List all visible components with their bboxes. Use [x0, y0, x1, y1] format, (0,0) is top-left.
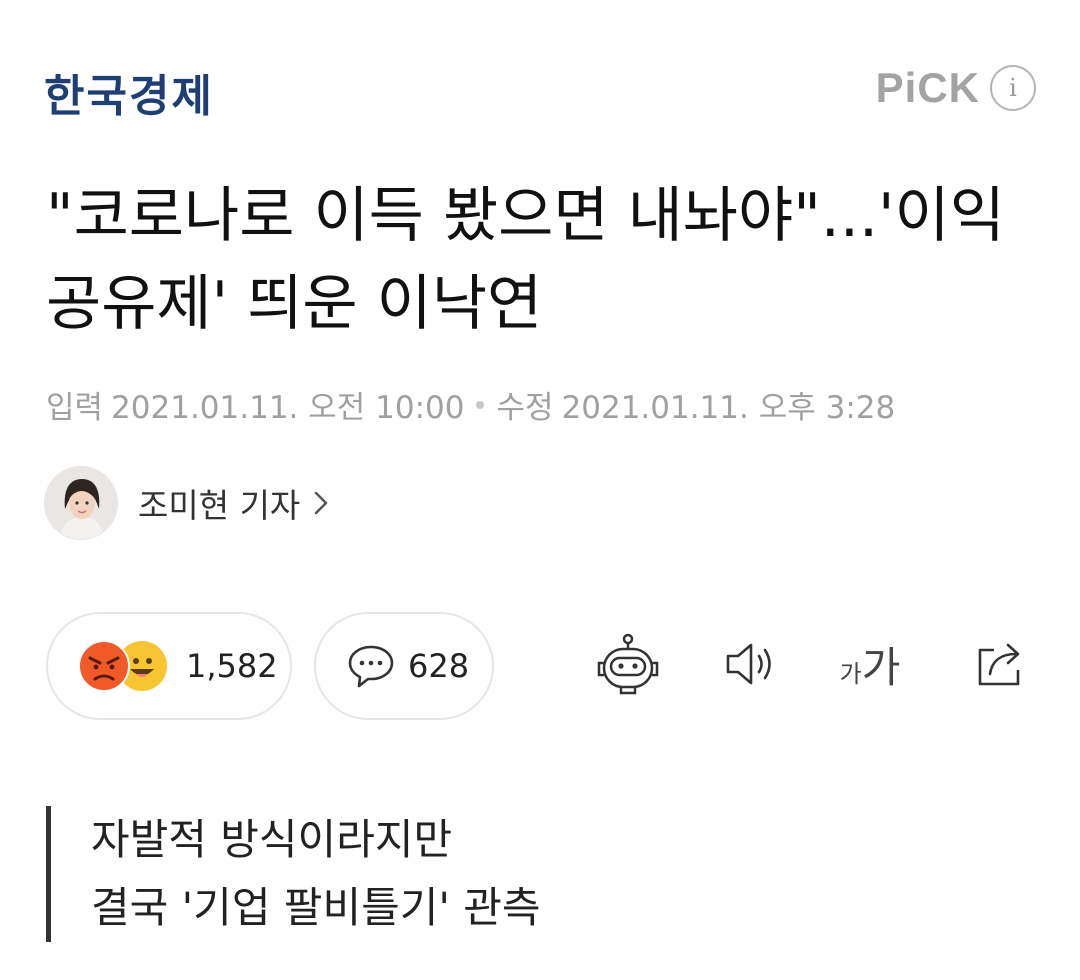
pick-badge[interactable]: PiCK i [876, 64, 1036, 112]
reporter-name[interactable]: 조미현 기자 [138, 479, 300, 527]
share-button[interactable] [962, 626, 1038, 702]
font-size-small-label: 가 [839, 659, 862, 688]
font-size-icon: 가가 [840, 634, 901, 695]
modified-label: 수정 [496, 390, 554, 426]
input-date: 2021.01.11. 오전 10:00 [111, 390, 465, 426]
pick-label: PiCK [875, 64, 980, 111]
angry-emoji-icon [78, 640, 130, 692]
input-label: 입력 [46, 390, 104, 426]
comment-count: 628 [408, 647, 470, 685]
comment-icon [348, 645, 394, 688]
reaction-button[interactable]: 1,582 [46, 612, 292, 720]
reporter-avatar[interactable] [44, 466, 118, 540]
modified-date: 2021.01.11. 오후 3:28 [561, 390, 896, 426]
share-icon [978, 643, 1020, 686]
article-headline: "코로나로 이득 봤으면 내놔야"...'이익공유제' 띄운 이낙연 [46, 181, 1005, 339]
press-logo[interactable]: 한국경제 [44, 60, 214, 124]
reporter-link[interactable]: 조미현 기자 [44, 466, 330, 540]
summary-bot-button[interactable] [590, 626, 666, 702]
subheading-line: 결국 '기업 팔비틀기' 관측 [91, 883, 541, 932]
font-size-large-label: 가 [861, 642, 901, 692]
chevron-right-icon [315, 491, 328, 515]
article-header: 한국경제 PiCK i [0, 0, 1080, 150]
info-icon[interactable]: i [990, 65, 1036, 111]
article-dates: 입력 2021.01.11. 오전 10:00 수정 2021.01.11. 오… [46, 382, 895, 427]
comment-button[interactable]: 628 [314, 612, 494, 720]
article-subheading: 자발적 방식이라지만 결국 '기업 팔비틀기' 관측 [46, 806, 541, 942]
separator-dot [476, 400, 485, 409]
text-to-speech-button[interactable] [712, 626, 788, 702]
font-size-button[interactable]: 가가 [832, 626, 908, 702]
speaker-icon [726, 643, 771, 685]
robot-summary-icon [597, 633, 659, 695]
reaction-count: 1,582 [186, 647, 278, 685]
reaction-emojis [78, 638, 174, 694]
subheading-line: 자발적 방식이라지만 [91, 815, 453, 864]
